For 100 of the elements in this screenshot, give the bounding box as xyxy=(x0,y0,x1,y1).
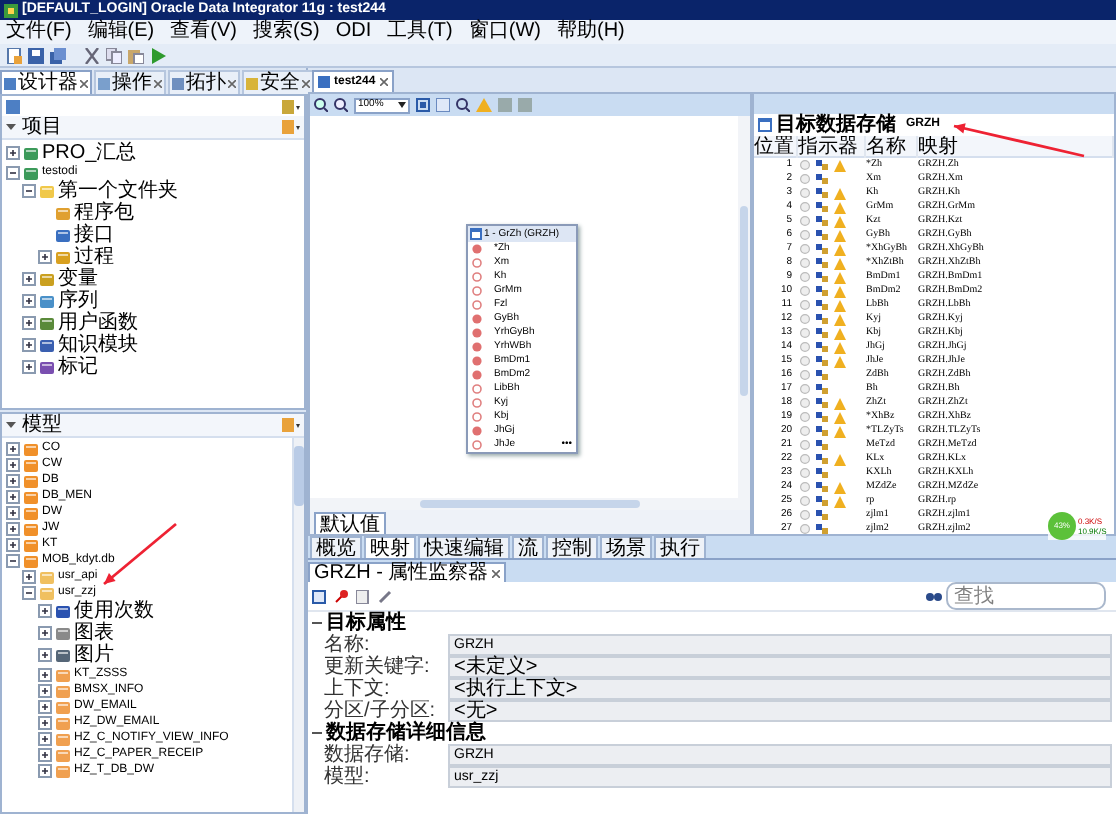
expand-icon[interactable] xyxy=(22,272,36,286)
collapse-icon[interactable] xyxy=(22,184,36,198)
close-icon[interactable] xyxy=(379,78,388,86)
new-icon[interactable] xyxy=(6,47,22,63)
tree-item[interactable]: 使用次数 xyxy=(74,600,154,622)
navigator-tab[interactable]: 拓扑 xyxy=(168,70,240,94)
close-icon[interactable] xyxy=(80,79,88,87)
menu-item[interactable]: 编辑(E) xyxy=(87,20,155,44)
editor-tab[interactable]: 概览 xyxy=(310,536,362,558)
menu-item[interactable]: 搜索(S) xyxy=(252,20,320,44)
scrollbar-thumb[interactable] xyxy=(294,446,304,506)
column-header[interactable]: 位置 xyxy=(754,135,798,157)
column-header[interactable]: 指示器 xyxy=(798,135,866,157)
column-header[interactable]: 名称 xyxy=(866,135,918,157)
expand-icon[interactable] xyxy=(6,521,20,535)
tree-item[interactable]: 接口 xyxy=(74,224,114,246)
navigator-tab[interactable]: 操作 xyxy=(94,70,166,94)
editor-tab[interactable]: 执行 xyxy=(654,536,706,558)
collapse-icon[interactable] xyxy=(6,165,20,179)
cut-icon[interactable] xyxy=(84,47,100,63)
save-icon[interactable] xyxy=(28,47,44,63)
close-icon[interactable] xyxy=(492,569,501,577)
pencil-icon[interactable] xyxy=(378,589,392,603)
expand-icon[interactable] xyxy=(6,505,20,519)
input-field[interactable]: <无> xyxy=(448,700,1112,722)
collapse-icon[interactable] xyxy=(22,585,36,599)
menu-item[interactable]: 工具(T) xyxy=(387,20,453,44)
tree-item[interactable]: 知识模块 xyxy=(58,334,138,356)
paste-icon[interactable] xyxy=(128,47,144,63)
close-icon[interactable] xyxy=(228,79,236,87)
editor-tab[interactable]: 控制 xyxy=(546,536,598,558)
expand-icon[interactable] xyxy=(22,569,36,583)
collapse-icon[interactable] xyxy=(312,728,322,738)
expand-icon[interactable] xyxy=(38,604,52,618)
tree-item[interactable]: 程序包 xyxy=(74,202,134,224)
zoom-out-icon[interactable] xyxy=(334,98,348,112)
save-all-icon[interactable] xyxy=(50,47,66,63)
inspector-tab[interactable]: GRZH - 属性监察器 xyxy=(308,562,507,582)
expand-icon[interactable] xyxy=(6,537,20,551)
expand-icon[interactable] xyxy=(38,763,52,777)
expand-icon[interactable] xyxy=(6,489,20,503)
menu-item[interactable]: 查看(V) xyxy=(170,20,237,44)
tree-item[interactable]: 用户函数 xyxy=(58,312,138,334)
expand-icon[interactable] xyxy=(38,747,52,761)
scrollbar[interactable] xyxy=(310,498,750,510)
editor-tab[interactable]: 场景 xyxy=(600,536,652,558)
expand-icon[interactable] xyxy=(6,146,20,160)
editor-tab[interactable]: 流 xyxy=(512,536,544,558)
navigator-tab[interactable]: 设计器 xyxy=(0,70,92,94)
pin-icon[interactable] xyxy=(334,589,348,603)
collapse-icon[interactable] xyxy=(6,122,16,132)
expand-icon[interactable] xyxy=(22,338,36,352)
close-icon[interactable] xyxy=(154,79,162,87)
navigator-tab[interactable]: 安全 xyxy=(242,70,314,94)
input-field[interactable]: <执行上下文> xyxy=(448,678,1112,700)
scrollbar[interactable] xyxy=(738,116,750,498)
zoom-in-icon[interactable] xyxy=(314,98,328,112)
menu-icon[interactable] xyxy=(282,120,300,134)
menu-item[interactable]: 窗口(W) xyxy=(468,20,541,44)
menu-item[interactable]: 文件(F) xyxy=(6,20,72,44)
tree-item[interactable]: 序列 xyxy=(58,290,98,312)
tree-item[interactable]: 图片 xyxy=(74,644,114,666)
expand-icon[interactable] xyxy=(22,316,36,330)
collapse-icon[interactable] xyxy=(6,420,16,430)
editor-tab[interactable]: 快速编辑 xyxy=(418,536,510,558)
tree-item[interactable]: PRO_汇总 xyxy=(42,142,137,164)
expand-icon[interactable] xyxy=(38,715,52,729)
menu-item[interactable]: 帮助(H) xyxy=(556,20,625,44)
expand-icon[interactable] xyxy=(38,250,52,264)
collapse-icon[interactable] xyxy=(312,618,322,628)
scrollbar-thumb[interactable] xyxy=(740,206,748,396)
editor-tab[interactable]: 映射 xyxy=(364,536,416,558)
fit-icon[interactable] xyxy=(416,98,430,112)
search-icon[interactable] xyxy=(456,98,470,112)
tree-item[interactable]: 图表 xyxy=(74,622,114,644)
expand-icon[interactable] xyxy=(38,626,52,640)
scrollbar-thumb[interactable] xyxy=(420,500,640,508)
expand-icon[interactable] xyxy=(38,667,52,681)
tree-item[interactable]: 过程 xyxy=(74,246,114,268)
expand-icon[interactable] xyxy=(38,648,52,662)
input-field[interactable]: <未定义> xyxy=(448,656,1112,678)
column-header[interactable]: 映射 xyxy=(918,135,1114,157)
expand-icon[interactable] xyxy=(22,294,36,308)
scrollbar[interactable] xyxy=(292,438,304,812)
select-icon[interactable] xyxy=(312,589,326,603)
copy-icon[interactable] xyxy=(106,47,122,63)
tree-item[interactable]: 变量 xyxy=(58,268,98,290)
expand-icon[interactable] xyxy=(6,441,20,455)
tree-item[interactable]: 第一个文件夹 xyxy=(58,180,178,202)
expand-icon[interactable] xyxy=(38,731,52,745)
close-icon[interactable] xyxy=(302,79,310,87)
expand-icon[interactable] xyxy=(22,360,36,374)
expand-icon[interactable] xyxy=(6,473,20,487)
collapse-icon[interactable] xyxy=(6,553,20,567)
menu-icon[interactable] xyxy=(282,418,300,432)
search-field[interactable]: 查找 xyxy=(946,582,1106,610)
menu-item[interactable]: ODI xyxy=(335,20,372,44)
expand-icon[interactable] xyxy=(38,699,52,713)
expand-icon[interactable] xyxy=(6,457,20,471)
tree-item[interactable]: 标记 xyxy=(58,356,98,378)
